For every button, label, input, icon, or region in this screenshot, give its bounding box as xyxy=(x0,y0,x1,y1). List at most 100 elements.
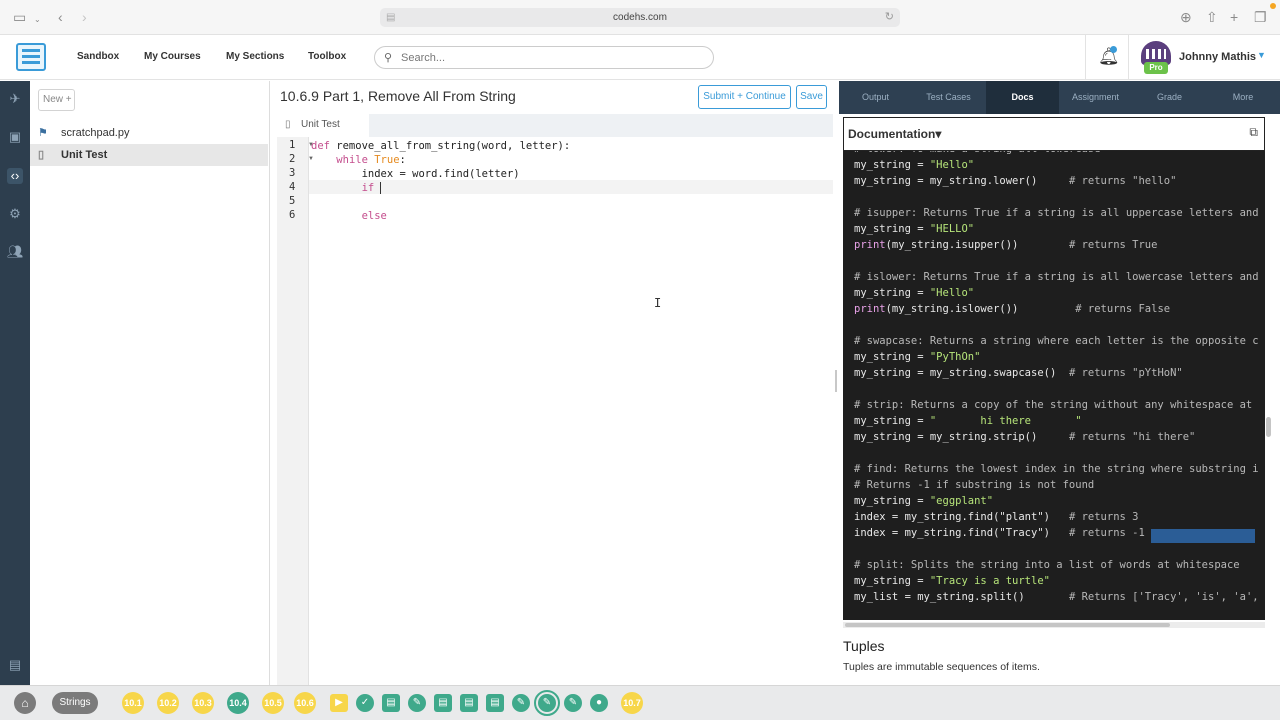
back-icon[interactable]: ‹ xyxy=(58,8,63,26)
lesson-10-5[interactable]: 10.5 xyxy=(262,692,284,714)
tuples-heading: Tuples xyxy=(843,638,885,654)
sidebar-toggle-icon[interactable]: ▭ xyxy=(13,8,26,26)
document-icon[interactable]: ▤ xyxy=(486,694,504,712)
active-line-highlight xyxy=(309,180,833,194)
doc-line: index = my_string.find("Tracy") # return… xyxy=(854,527,1145,539)
doc-line: my_list = my_string.split() # Returns ['… xyxy=(854,591,1259,603)
pencil-icon[interactable]: ✎ xyxy=(512,694,530,712)
pencil-icon[interactable]: ✎ xyxy=(408,694,426,712)
tab-test-cases[interactable]: Test Cases xyxy=(912,81,985,114)
file-icon: ▯ xyxy=(38,149,45,161)
new-file-button[interactable]: New + xyxy=(38,89,75,111)
notification-dot xyxy=(1110,46,1117,53)
file-item-scratchpad[interactable]: ⚑ scratchpad.py xyxy=(30,122,268,144)
download-icon[interactable]: ⊕ xyxy=(1180,8,1192,26)
external-link-icon[interactable]: ⧉ xyxy=(1249,125,1258,140)
tab-more[interactable]: More xyxy=(1206,81,1280,114)
doc-line: # strip: Returns a copy of the string wi… xyxy=(854,399,1253,411)
tab-docs[interactable]: Docs xyxy=(986,81,1059,114)
map-icon[interactable]: ✈︎ xyxy=(7,91,23,107)
reload-icon[interactable]: ↻ xyxy=(885,8,894,27)
lesson-10-2[interactable]: 10.2 xyxy=(157,692,179,714)
url-text: codehs.com xyxy=(613,12,667,23)
doc-line: # split: Splits the string into a list o… xyxy=(854,559,1240,571)
doc-line: # isupper: Returns True if a string is a… xyxy=(854,207,1259,219)
forward-icon[interactable]: › xyxy=(82,8,87,26)
resize-handle-right[interactable] xyxy=(835,370,837,392)
exercise-title: 10.6.9 Part 1, Remove All From String xyxy=(280,88,516,104)
search-input[interactable] xyxy=(401,50,701,66)
lesson-10-4[interactable]: 10.4 xyxy=(227,692,249,714)
check-icon[interactable]: ✓ xyxy=(356,694,374,712)
pencil-icon[interactable]: ✎ xyxy=(564,694,582,712)
unit-pill[interactable]: Strings xyxy=(52,692,98,714)
home-icon[interactable]: ⌂ xyxy=(14,692,36,714)
lesson-10-3[interactable]: 10.3 xyxy=(192,692,214,714)
notifications[interactable]: 🔔︎ xyxy=(1085,35,1129,80)
tabs-overview-icon[interactable]: ❐ xyxy=(1254,8,1267,26)
nav-my-courses[interactable]: My Courses xyxy=(144,51,201,62)
code-icon[interactable]: ‹› xyxy=(7,168,23,184)
tab-grade[interactable]: Grade xyxy=(1133,81,1206,114)
nav-toolbox[interactable]: Toolbox xyxy=(308,51,346,62)
save-button[interactable]: Save xyxy=(796,85,827,109)
users-icon[interactable]: 👥︎ xyxy=(7,244,24,260)
share-icon[interactable]: ⇧ xyxy=(1206,8,1218,26)
document-icon[interactable]: ▤ xyxy=(382,694,400,712)
tab-output[interactable]: Output xyxy=(839,81,912,114)
nav-sandbox[interactable]: Sandbox xyxy=(77,51,119,62)
codehs-logo[interactable] xyxy=(16,43,46,71)
browser-toolbar: ▭ ⌄ ‹ › ▤ codehs.com ↻ ⊕ ⇧ + ❐ xyxy=(0,0,1280,35)
code-area[interactable]: def remove_all_from_string(word, letter)… xyxy=(309,137,833,685)
current-pencil-icon[interactable]: ✎ xyxy=(534,690,560,716)
lesson-10-1[interactable]: 10.1 xyxy=(122,692,144,714)
right-panel: Output Test Cases Docs Assignment Grade … xyxy=(839,81,1280,685)
chevron-down-icon[interactable]: ⌄ xyxy=(34,11,41,29)
tab-label: Unit Test xyxy=(301,119,340,130)
video-icon[interactable]: ▶ xyxy=(330,694,348,712)
line-number: 1 xyxy=(289,139,296,151)
code-line: if xyxy=(361,182,375,194)
doc-line: my_string = "eggplant" xyxy=(854,495,994,507)
text-caret xyxy=(380,182,382,194)
user-name[interactable]: Johnny Mathis xyxy=(1179,51,1256,63)
nav-my-sections[interactable]: My Sections xyxy=(226,51,284,62)
code-line: index = word.find(letter) xyxy=(311,168,520,180)
tab-unit-test[interactable]: ▯ Unit Test xyxy=(277,114,369,137)
doc-line: my_string = "HELLO" xyxy=(854,223,975,235)
code-line: while True: xyxy=(336,154,406,166)
left-rail: ✈︎ ▣ ‹› ⚙ 👥︎ ▤ xyxy=(0,81,30,685)
horizontal-scrollbar[interactable] xyxy=(843,622,1265,628)
doc-line: print(my_string.islower()) # returns Fal… xyxy=(854,303,1171,315)
code-line: else xyxy=(361,210,387,222)
document-icon[interactable]: ▤ xyxy=(460,694,478,712)
caret-down-icon[interactable]: ▼ xyxy=(1257,50,1266,60)
document-icon[interactable]: ▤ xyxy=(434,694,452,712)
course-navigation-bar: ⌂ Strings 10.1 10.2 10.3 10.4 10.5 10.6 … xyxy=(0,685,1280,720)
doc-line: print(my_string.isupper()) # returns Tru… xyxy=(854,239,1158,251)
documentation-header: Documentation▾ ⧉ xyxy=(843,117,1265,151)
submit-continue-button[interactable]: Submit + Continue xyxy=(698,85,791,109)
lesson-10-7[interactable]: 10.7 xyxy=(621,692,643,714)
vertical-scrollbar[interactable] xyxy=(1266,417,1271,437)
layout-icon[interactable]: ▤ xyxy=(7,657,23,673)
briefcase-icon[interactable]: ▣ xyxy=(7,129,23,145)
text-cursor-icon: I xyxy=(654,296,662,310)
lesson-10-6[interactable]: 10.6 xyxy=(294,692,316,714)
doc-line: my_string = "Tracy is a turtle" xyxy=(854,575,1050,587)
gear-icon[interactable]: ⚙ xyxy=(7,206,23,222)
editor-tabs: ▯ Unit Test xyxy=(277,114,833,137)
scrollbar-thumb[interactable] xyxy=(845,623,1170,627)
line-number: 3 xyxy=(289,167,296,179)
tab-assignment[interactable]: Assignment xyxy=(1059,81,1132,114)
documentation-code[interactable]: # lower: To make a string all lowercasem… xyxy=(843,151,1265,620)
doc-line: my_string = "PyThOn" xyxy=(854,351,981,363)
avatar[interactable]: Pro xyxy=(1141,41,1171,74)
file-item-unit-test[interactable]: ▯ Unit Test xyxy=(30,144,268,166)
documentation-dropdown[interactable]: Documentation▾ xyxy=(848,127,941,141)
text-selection xyxy=(1151,529,1255,543)
new-tab-icon[interactable]: + xyxy=(1230,8,1238,26)
right-panel-tabs: Output Test Cases Docs Assignment Grade … xyxy=(839,81,1280,114)
address-bar[interactable]: ▤ codehs.com ↻ xyxy=(380,8,900,27)
chat-icon[interactable]: ● xyxy=(590,694,608,712)
